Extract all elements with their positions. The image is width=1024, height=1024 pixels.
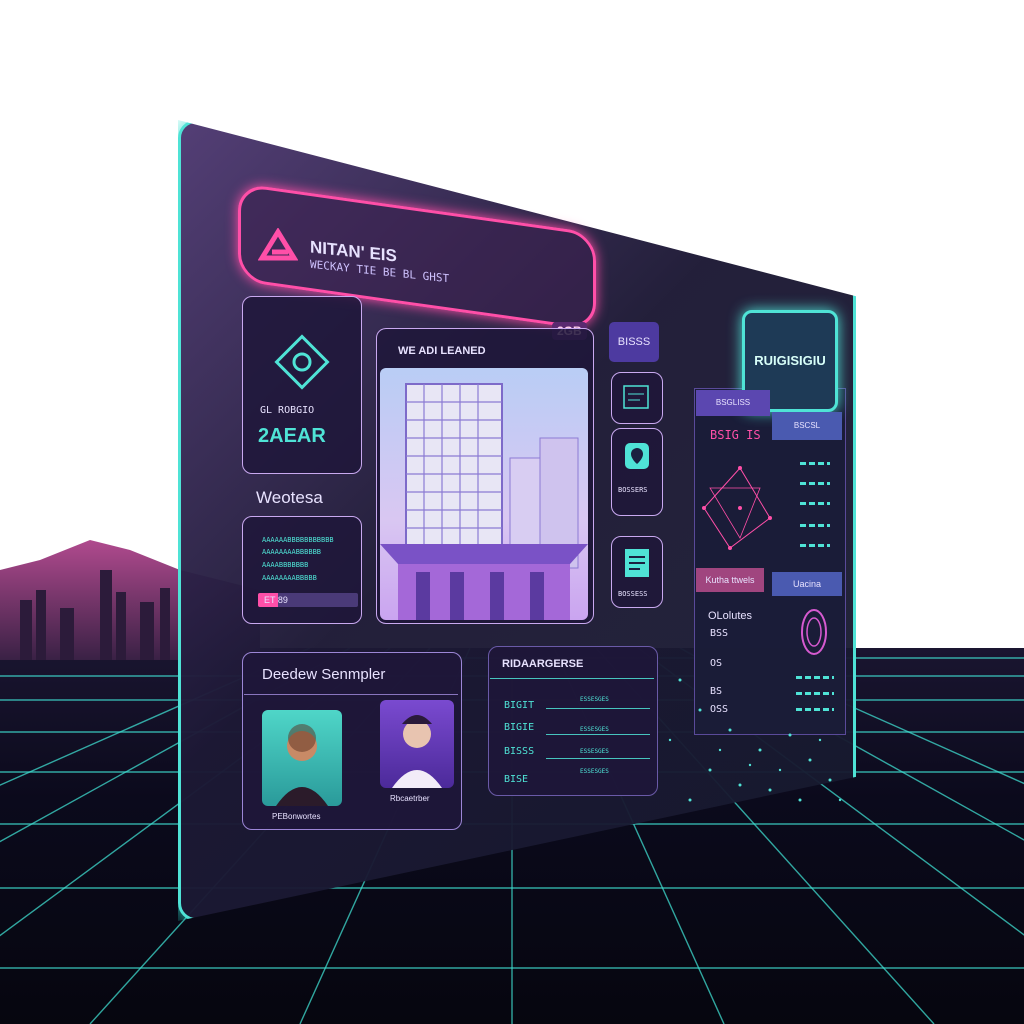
info-title: OLolutes (708, 610, 753, 622)
table-row-value: ESSESGES (580, 748, 609, 755)
table-row-line (546, 758, 650, 759)
profiles-title: Deedew Senmpler (262, 666, 386, 683)
data-bar (800, 544, 830, 547)
location-icon (624, 442, 650, 470)
list-pill[interactable]: ET 89 (258, 593, 358, 607)
hero-title: WE ADI LEANED (398, 345, 486, 357)
data-bar (800, 462, 830, 465)
list-row: AAAAAABBBBBBBBBBB (262, 536, 334, 544)
table-row-value: ESSESGES (580, 726, 609, 733)
table-row-label: BIGIE (504, 722, 535, 733)
diamond-icon (270, 330, 334, 394)
panel-button-left[interactable]: Kutha ttwels (696, 568, 764, 592)
data-bar (800, 502, 830, 505)
list-row: AAAAAAAABBBBBB (262, 548, 322, 556)
avatar-caption: Rbcaetrber (390, 794, 430, 803)
tab-left[interactable]: BSGLISS (696, 390, 770, 416)
avatar-2[interactable] (380, 700, 454, 788)
avatar-1[interactable] (262, 710, 342, 806)
tab-right[interactable]: BSCSL (772, 412, 842, 440)
table-divider (490, 678, 654, 679)
table-row-label: BISSS (504, 746, 535, 757)
section-title: Weotesa (256, 488, 323, 507)
particle-dots (668, 678, 842, 802)
table-row-value: ESSESGES (580, 768, 609, 775)
list-row: AAAAAAAABBBBB (262, 574, 317, 582)
info-row: BSS (710, 628, 729, 639)
list-row: AAAABBBBBBB (262, 561, 309, 569)
brand-logo-icon (257, 227, 299, 264)
side-icon-label: BOSSERS (618, 486, 648, 494)
list-card (242, 516, 362, 624)
profiles-divider (244, 694, 458, 695)
table-row-label: BIGIT (504, 700, 535, 711)
table-row-label: BISE (504, 774, 529, 785)
data-bar (800, 482, 830, 485)
side-icon-label: BOSSESS (618, 590, 648, 598)
data-bar (800, 524, 830, 527)
document-icon (624, 548, 650, 578)
table-title: RIDAARGERSE (502, 658, 584, 670)
building-image (380, 368, 588, 620)
map-graph (700, 448, 774, 558)
table-row-line (546, 708, 650, 709)
header-tag-button[interactable]: BISSS (609, 322, 659, 362)
panel-button-right[interactable]: Uacina (772, 572, 842, 596)
map-title: BSIG IS (710, 428, 761, 442)
table-row-value: ESSESGES (580, 696, 609, 703)
table-row-line (546, 734, 650, 735)
stat-label: GL ROBGIO (260, 405, 315, 416)
avatar-caption: PEBonwortes (272, 812, 321, 821)
chart-icon (622, 384, 650, 410)
stat-value: 2AEAR (258, 425, 326, 447)
